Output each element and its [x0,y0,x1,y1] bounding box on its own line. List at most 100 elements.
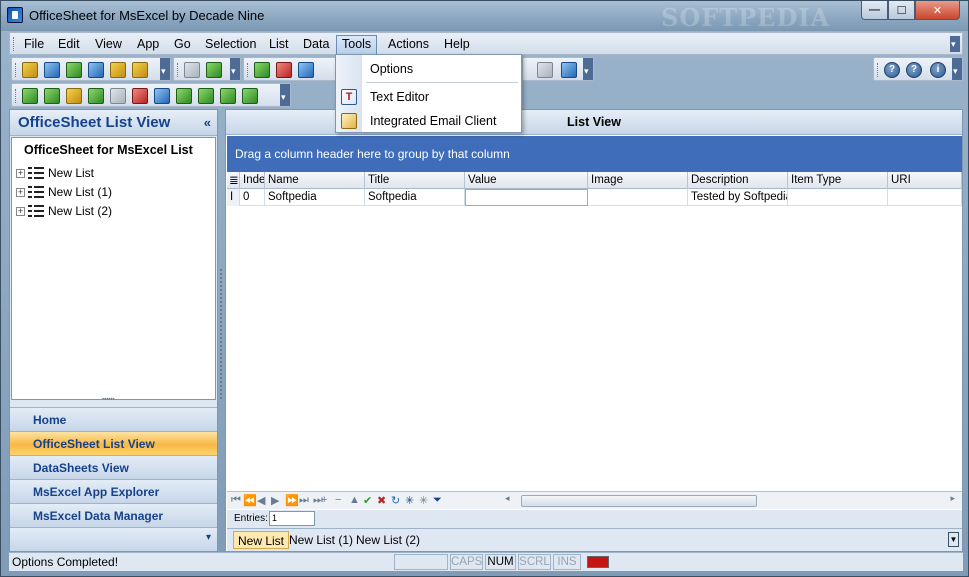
folder-icon[interactable] [132,62,148,78]
undo-icon[interactable] [110,62,126,78]
menu-view[interactable]: View [89,35,128,54]
nav-msexcel-app-explorer[interactable]: MsExcel App Explorer [10,479,217,503]
expand-icon[interactable]: + [16,168,25,178]
tab-new-list-1[interactable]: New List (1) [285,531,357,549]
column-header-index[interactable]: Inde [240,172,265,189]
find-icon[interactable] [184,62,200,78]
nav-datasheets-view[interactable]: DataSheets View [10,455,217,479]
edit-record-icon[interactable]: ▲ [349,494,360,506]
scrollbar-thumb[interactable] [521,495,757,507]
tree-item[interactable]: + New List (2) [16,202,112,220]
about-icon[interactable]: i [930,62,946,78]
toolbar-grip[interactable] [177,63,180,77]
expand-icon[interactable]: + [16,206,25,216]
menu-item-label[interactable]: Options [370,62,413,76]
sync-icon[interactable] [88,62,104,78]
toolbar-grip[interactable] [877,63,880,77]
vertical-splitter[interactable] [218,109,225,552]
transfer-icon[interactable] [220,88,236,104]
next-page-icon[interactable]: ⏩ [285,494,299,507]
menu-tools[interactable]: Tools [336,35,378,54]
column-header-description[interactable]: Description [688,172,788,189]
nav-home[interactable]: Home [10,407,217,431]
last-page-icon[interactable]: ⏭ [299,494,309,507]
toolbar-grip[interactable] [15,89,18,103]
goto-bookmark-icon[interactable]: ✳ [419,494,428,507]
tab-new-list[interactable]: New List [233,531,290,549]
cell-title[interactable]: Softpedia [365,189,465,206]
cell-uri[interactable] [888,189,962,206]
prev-record-icon[interactable]: ◀ [257,494,265,507]
import-icon[interactable] [88,88,104,104]
export-icon[interactable] [66,62,82,78]
group-by-area[interactable]: Drag a column header here to group by th… [227,136,962,172]
delete-record-icon[interactable]: − [335,494,341,506]
menu-item-text-editor[interactable]: T Text Editor [336,85,521,109]
tree-item-label[interactable]: New List (1) [48,185,112,199]
column-header-name[interactable]: Name [265,172,365,189]
cell-value[interactable] [465,189,588,206]
post-edit-icon[interactable]: ✔ [363,494,372,507]
nav-options-button[interactable] [10,527,217,551]
prev-page-icon[interactable]: ⏪ [243,494,257,507]
context-help-icon[interactable]: ? [906,62,922,78]
tree-item-label[interactable]: New List [48,166,94,180]
menu-actions[interactable]: Actions [382,35,435,54]
print-icon[interactable] [537,62,553,78]
menu-list[interactable]: List [263,35,294,54]
menu-app[interactable]: App [131,35,165,54]
app-icon[interactable] [7,7,23,23]
close-button[interactable]: ✕ [915,1,960,20]
edit-row-icon[interactable] [298,62,314,78]
menu-item-options[interactable]: Options [336,57,521,81]
tree-root-label[interactable]: OfficeSheet for MsExcel List [24,143,193,157]
menu-edit[interactable]: Edit [52,35,86,54]
menu-file[interactable]: File [18,35,50,54]
menu-selection[interactable]: Selection [199,35,262,54]
move-down-icon[interactable] [198,88,214,104]
cell-image[interactable] [588,189,688,206]
expand-icon[interactable]: + [16,187,25,197]
menu-help[interactable]: Help [438,35,476,54]
menu-data[interactable]: Data [297,35,335,54]
tabs-dropdown-icon[interactable]: ▼ [948,532,959,547]
toolbar-overflow-button[interactable] [280,84,290,106]
menu-go[interactable]: Go [168,35,197,54]
maximize-button[interactable]: ☐ [888,1,915,20]
move-up-icon[interactable] [176,88,192,104]
window-layout-icon[interactable] [561,62,577,78]
tab-new-list-2[interactable]: New List (2) [352,531,424,549]
save-bookmark-icon[interactable]: ✳ [405,494,414,507]
add-row-icon[interactable] [254,62,270,78]
row-selector-header[interactable]: ≣ [227,172,240,189]
help-icon[interactable]: ? [884,62,900,78]
entries-field[interactable]: 1 [269,511,315,526]
delete-row-icon[interactable] [276,62,292,78]
column-header-item-type[interactable]: Item Type [788,172,888,189]
toolbar-overflow-button[interactable] [230,58,240,80]
toolbar-grip[interactable] [247,63,250,77]
duplicate-icon[interactable] [154,88,170,104]
tree-item-label[interactable]: New List (2) [48,204,112,218]
toolbar-overflow-button[interactable] [952,58,962,80]
cell-index[interactable]: 0 [240,189,265,206]
column-header-title[interactable]: Title [365,172,465,189]
horizontal-scrollbar[interactable]: ◂ ▸ [505,493,955,508]
replace-icon[interactable] [206,62,222,78]
table-row[interactable]: I 0 Softpedia Softpedia Tested by Softpe… [227,189,962,206]
nav-msexcel-data-manager[interactable]: MsExcel Data Manager [10,503,217,527]
delete-list-icon[interactable] [132,88,148,104]
menu-item-label[interactable]: Integrated Email Client [370,114,496,128]
collapse-panel-button[interactable]: « [204,115,211,130]
copy-list-icon[interactable] [44,88,60,104]
cell-name[interactable]: Softpedia [265,189,365,206]
toolbar-grip[interactable] [15,63,18,77]
open-icon[interactable] [22,62,38,78]
scroll-left-icon[interactable]: ◂ [505,493,510,504]
cancel-edit-icon[interactable]: ✖ [377,494,386,507]
next-record-icon[interactable]: ▶ [271,494,279,507]
column-header-uri[interactable]: URI [888,172,962,189]
new-list-icon[interactable] [22,88,38,104]
cell-item-type[interactable] [788,189,888,206]
open-list-icon[interactable] [66,88,82,104]
